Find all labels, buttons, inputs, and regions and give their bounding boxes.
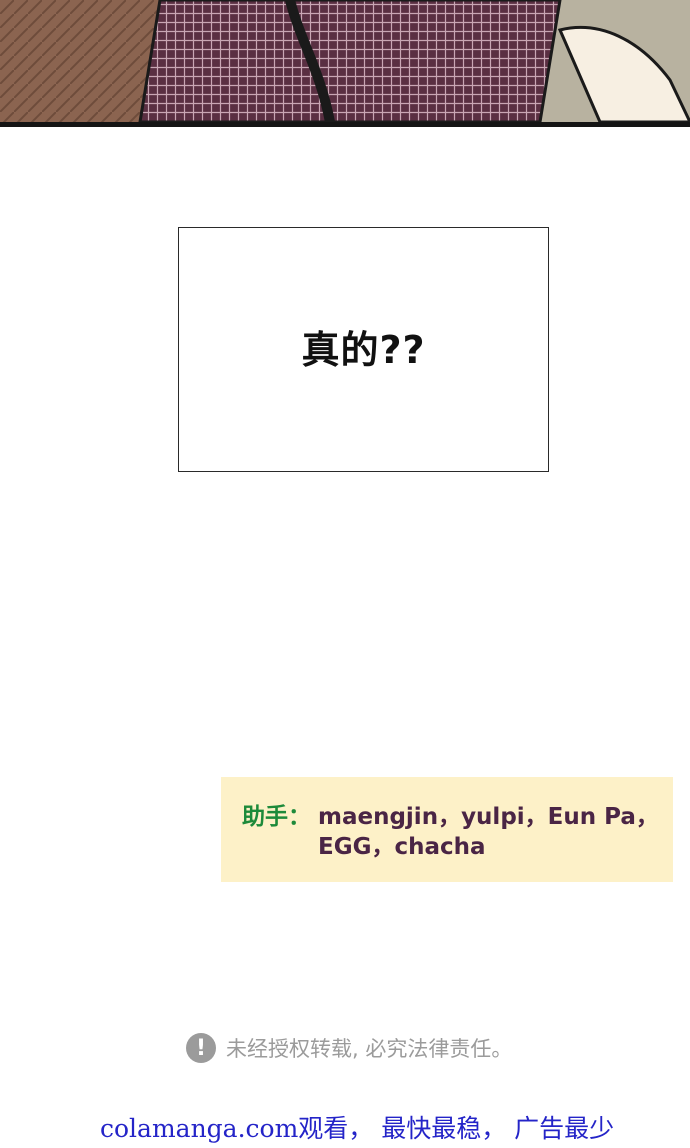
credits-label: 助手： [242,804,311,830]
dialogue-text: 真的?? [301,328,426,372]
panel-border [0,122,690,127]
credits-names-line-2: EGG，chacha [318,834,486,860]
credits-names-line-1: maengjin，yulpi，Eun Pa， [318,804,659,830]
comic-panel-image [0,0,690,127]
site-watermark-link[interactable]: colamanga.com观看， 最快最稳， 广告最少 [100,1109,614,1145]
copyright-notice: ! 未经授权转载, 必究法律责任。 [186,1032,512,1064]
copyright-notice-text: 未经授权转载, 必究法律责任。 [226,1037,513,1061]
exclamation-circle-icon: ! [186,1033,216,1063]
dialogue-box: 真的?? [178,227,549,472]
credits-box: 助手： maengjin，yulpi，Eun Pa， EGG，chacha [221,777,673,882]
comic-illustration [0,0,690,127]
